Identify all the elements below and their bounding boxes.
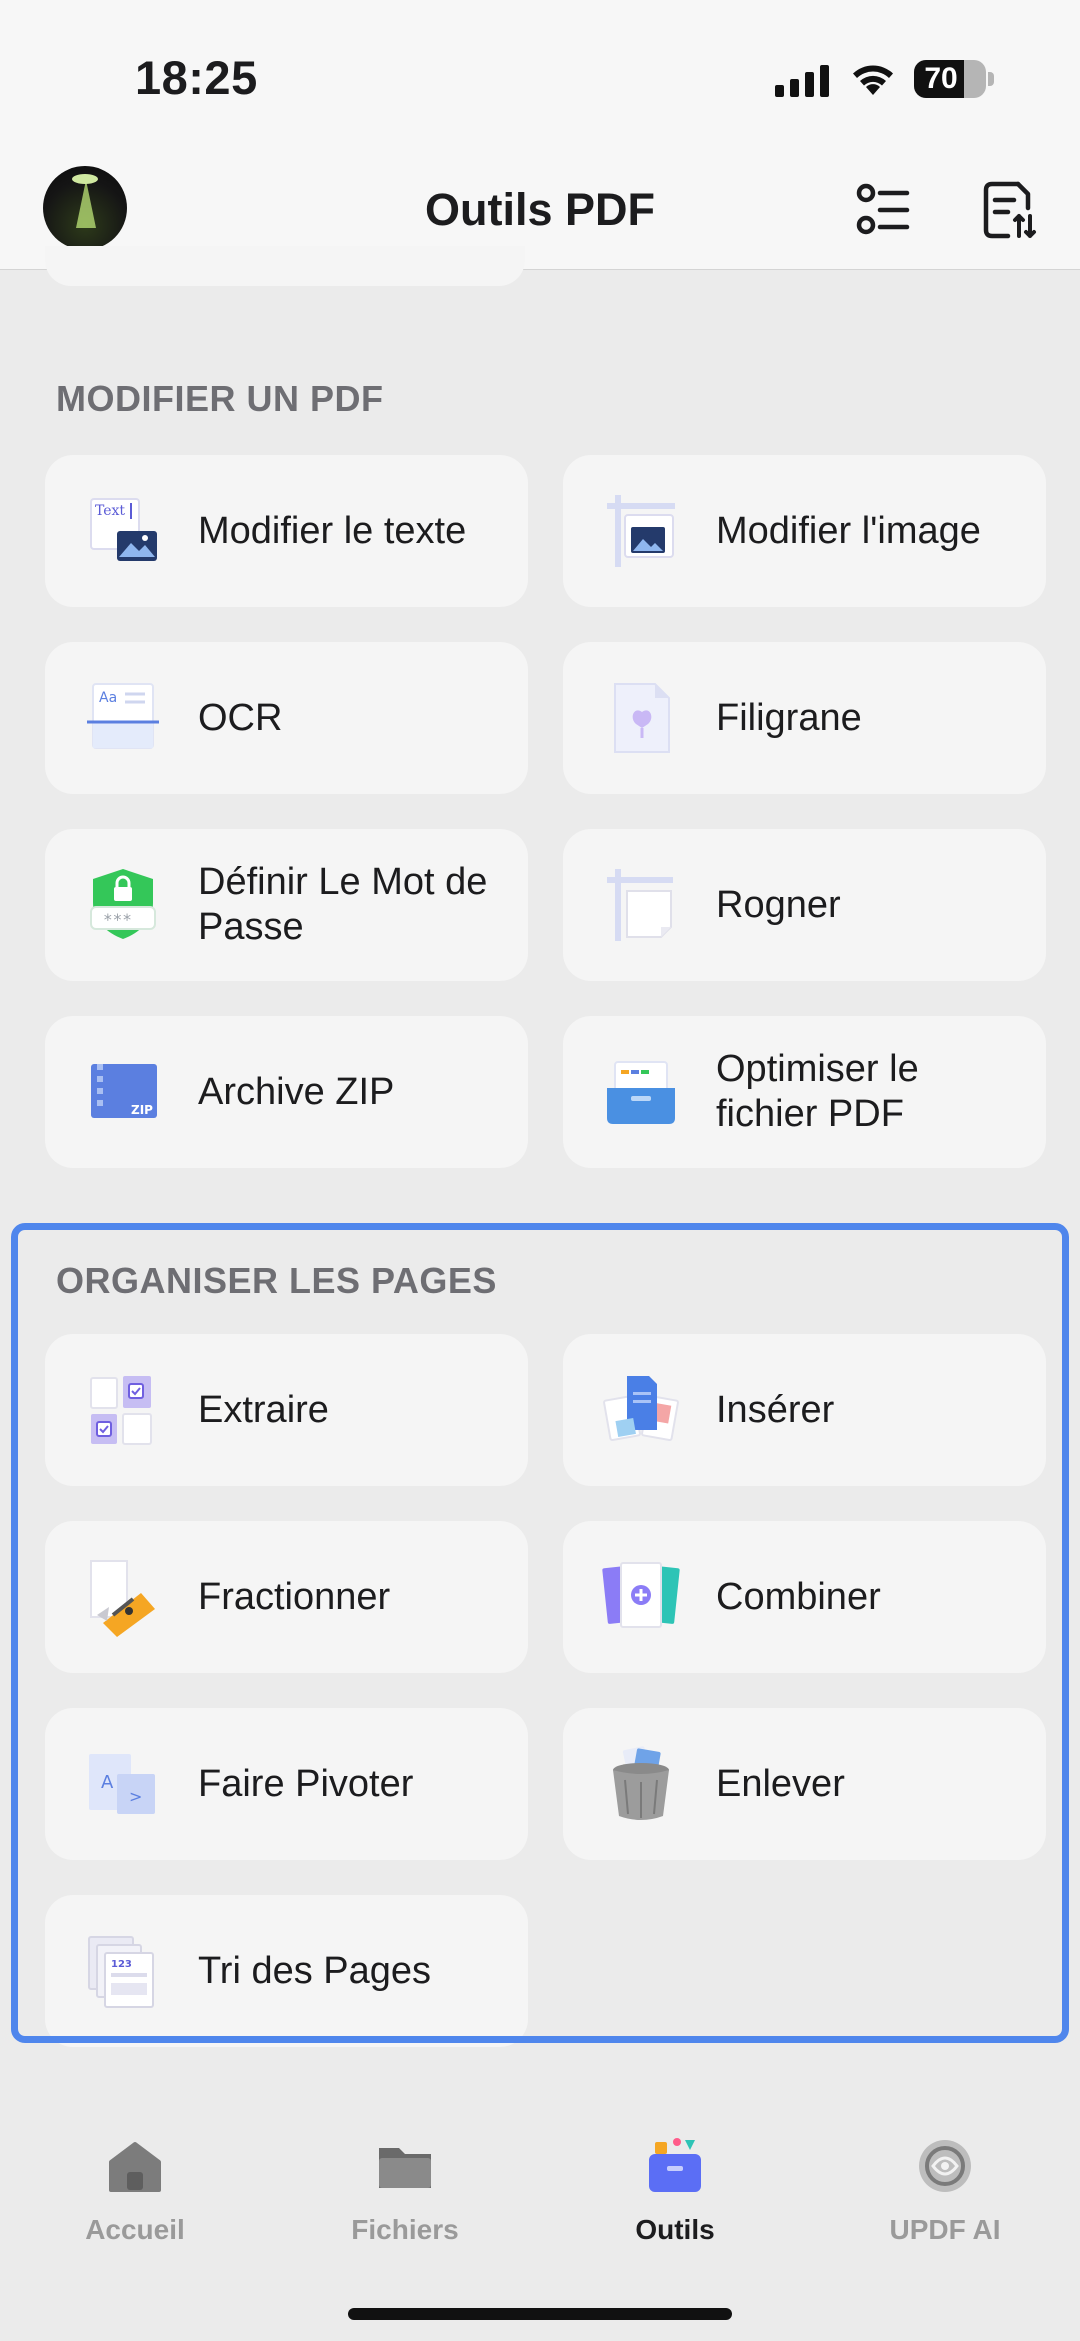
tool-zip[interactable]: ZIP Archive ZIP <box>45 1016 528 1168</box>
tool-label: Rogner <box>716 883 841 926</box>
section-title-organize: ORGANISER LES PAGES <box>56 1260 497 1301</box>
rotate-pages-icon: A > <box>89 1754 155 1814</box>
tool-label: OCR <box>198 696 283 739</box>
tool-ocr[interactable]: Aa OCR <box>45 642 528 794</box>
tab-bar: Accueil Fichiers Outils UPDF AI <box>0 2080 1080 2341</box>
tool-label: Optimiser le fichier PDF <box>716 1048 919 1135</box>
tool-split[interactable]: Fractionner <box>45 1521 528 1673</box>
crop-icon <box>607 869 673 941</box>
tool-label: Faire Pivoter <box>198 1762 414 1805</box>
tool-sort-pages[interactable]: 123 Tri des Pages <box>45 1895 528 2047</box>
tool-label: Enlever <box>716 1762 845 1805</box>
folder-icon <box>379 2148 431 2188</box>
tool-label: Insérer <box>716 1388 835 1431</box>
tool-insert[interactable]: Insérer <box>563 1334 1046 1486</box>
status-bar: 18:25 70 <box>0 0 1080 150</box>
tool-edit-image[interactable]: Modifier l'image <box>563 455 1046 607</box>
tool-label: Extraire <box>198 1388 329 1431</box>
home-icon <box>109 2142 161 2192</box>
tool-combine[interactable]: Combiner <box>563 1521 1046 1673</box>
svg-text:Aa: Aa <box>99 690 117 706</box>
tab-label: UPDF AI <box>889 2214 1001 2245</box>
edit-image-icon <box>607 495 675 567</box>
avatar[interactable] <box>43 166 127 250</box>
tab-updf-ai[interactable]: UPDF AI <box>845 2136 1045 2256</box>
tool-label: Modifier le texte <box>198 509 467 552</box>
zip-archive-icon: ZIP <box>91 1064 157 1118</box>
ocr-icon: Aa <box>87 683 159 749</box>
updf-ai-icon <box>919 2140 971 2192</box>
tool-label: Tri des Pages <box>198 1949 432 1992</box>
list-view-icon[interactable] <box>855 180 911 240</box>
tab-accueil[interactable]: Accueil <box>35 2136 235 2256</box>
trash-bin-icon <box>613 1746 669 1820</box>
wifi-icon <box>853 65 893 95</box>
status-time: 18:25 <box>135 51 258 104</box>
tool-edit-text[interactable]: Text Modifier le texte <box>45 455 528 607</box>
screen: 18:25 70 Outils PDF MODIFIER UN PDF Text… <box>0 0 1080 2341</box>
battery-level: 70 <box>924 62 958 95</box>
tab-outils[interactable]: Outils <box>575 2136 775 2256</box>
tab-fichiers[interactable]: Fichiers <box>305 2136 505 2256</box>
tool-label: Filigrane <box>716 696 862 739</box>
svg-text:123: 123 <box>111 1959 132 1970</box>
tool-label: Fractionner <box>198 1575 391 1618</box>
toolbox-icon <box>649 2138 701 2192</box>
battery-tip <box>988 72 994 86</box>
tool-crop[interactable]: Rogner <box>563 829 1046 981</box>
battery-icon: 70 <box>914 60 986 98</box>
section-title-modify: MODIFIER UN PDF <box>56 378 384 419</box>
document-sort-icon[interactable] <box>982 180 1038 240</box>
svg-text:A: A <box>101 1772 114 1793</box>
watermark-icon <box>614 683 670 753</box>
password-shield-icon: *** <box>90 869 156 939</box>
cellular-signal-icon <box>775 65 829 97</box>
optimize-tray-icon <box>607 1061 675 1124</box>
tool-label: Archive ZIP <box>198 1070 395 1113</box>
tool-label: Modifier l'image <box>716 509 981 552</box>
svg-text:***: *** <box>103 910 132 929</box>
tool-rotate[interactable]: A > Faire Pivoter <box>45 1708 528 1860</box>
tool-label: Combiner <box>716 1575 881 1618</box>
sort-pages-icon: 123 <box>88 1936 154 2008</box>
svg-text:>: > <box>129 1787 142 1806</box>
combine-pages-icon <box>602 1562 680 1628</box>
tool-password[interactable]: *** Définir Le Mot de Passe <box>45 829 528 981</box>
tool-optimize[interactable]: Optimiser le fichier PDF <box>563 1016 1046 1168</box>
edit-text-icon: Text <box>90 498 157 561</box>
tab-label: Accueil <box>85 2214 185 2245</box>
tab-label: Fichiers <box>351 2214 459 2245</box>
tool-watermark[interactable]: Filigrane <box>563 642 1046 794</box>
insert-pages-icon <box>603 1376 679 1441</box>
tool-extract[interactable]: Extraire <box>45 1334 528 1486</box>
extract-pages-icon <box>90 1376 152 1445</box>
svg-text:ZIP: ZIP <box>131 1103 153 1117</box>
previous-tool-card[interactable] <box>45 246 525 286</box>
tool-remove[interactable]: Enlever <box>563 1708 1046 1860</box>
home-indicator <box>348 2308 732 2320</box>
tool-label: Définir Le Mot de Passe <box>198 861 488 948</box>
tab-label: Outils <box>635 2214 715 2245</box>
split-cutter-icon <box>90 1560 155 1637</box>
svg-text:Text: Text <box>95 503 125 519</box>
